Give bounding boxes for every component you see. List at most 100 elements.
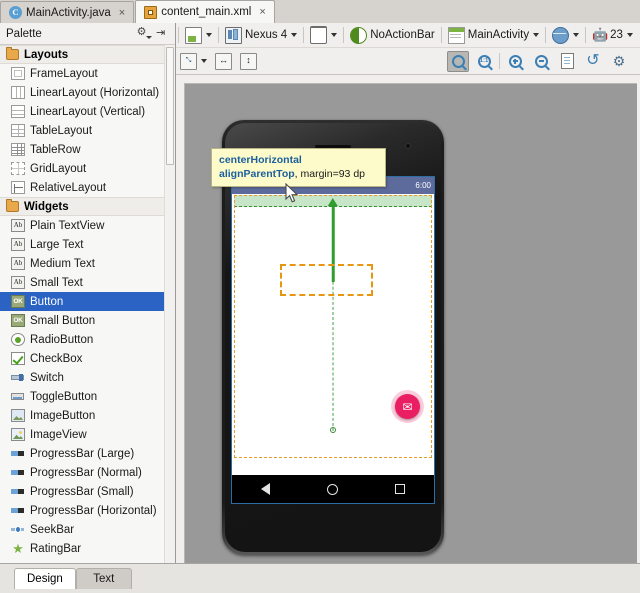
checkbox-icon: [11, 352, 25, 365]
palette-item-relativelayout[interactable]: RelativeLayout: [0, 178, 165, 197]
chevron-down-icon: [291, 33, 298, 37]
palette-item-list[interactable]: Layouts FrameLayout LinearLayout (Horizo…: [0, 45, 165, 563]
device-camera: [405, 143, 411, 149]
palette-group-widgets[interactable]: Widgets: [0, 197, 165, 216]
palette-item-label: Medium Text: [30, 257, 95, 270]
design-canvas[interactable]: 6:00 ✉ centerHorizontal alignParentTop, …: [184, 83, 637, 564]
palette-item-imagebutton[interactable]: ImageButton: [0, 406, 165, 425]
zoom-fit-button[interactable]: ⤡: [176, 51, 211, 71]
orientation-selector[interactable]: [306, 25, 341, 45]
palette-collapse-icon[interactable]: ⇥: [153, 26, 171, 42]
zoom-actual-size-button[interactable]: 1:1: [473, 51, 495, 72]
android-navigation-bar: [232, 475, 434, 503]
palette-item-gridlayout[interactable]: GridLayout: [0, 159, 165, 178]
palette-item-label: ProgressBar (Horizontal): [30, 504, 157, 517]
seekbar-icon: [11, 523, 25, 536]
toolbar-divider: [218, 27, 219, 43]
constraint-tooltip: centerHorizontal alignParentTop, margin=…: [211, 148, 386, 187]
palette-item-medium-text[interactable]: Ab Medium Text: [0, 254, 165, 273]
text-ab-icon: Ab: [11, 219, 25, 232]
palette-item-label: ProgressBar (Normal): [30, 466, 142, 479]
tab-design[interactable]: Design: [14, 568, 76, 589]
app-content-area[interactable]: ✉: [232, 194, 434, 459]
back-triangle-icon[interactable]: [260, 483, 270, 495]
palette-item-seekbar[interactable]: SeekBar: [0, 520, 165, 539]
palette-item-linearlayout-vertical[interactable]: LinearLayout (Vertical): [0, 102, 165, 121]
editor-tab-content-main-xml[interactable]: content_main.xml ×: [135, 0, 275, 23]
palette-item-small-text[interactable]: Ab Small Text: [0, 273, 165, 292]
palette-item-label: Small Text: [30, 276, 83, 289]
palette-item-progressbar-large[interactable]: ProgressBar (Large): [0, 444, 165, 463]
theme-selector[interactable]: NoActionBar: [346, 25, 439, 45]
recents-square-icon[interactable]: [395, 484, 406, 494]
palette-item-progressbar-horizontal[interactable]: ProgressBar (Horizontal): [0, 501, 165, 520]
palette-item-label: ProgressBar (Small): [30, 485, 134, 498]
palette-item-tablelayout[interactable]: TableLayout: [0, 121, 165, 140]
home-circle-icon[interactable]: [326, 483, 338, 495]
activity-icon: [447, 26, 465, 44]
tab-text[interactable]: Text: [75, 568, 132, 589]
editor-tab-mainactivity-java[interactable]: C MainActivity.java ×: [0, 1, 135, 23]
refresh-render-button[interactable]: ↺: [582, 51, 604, 72]
palette-scrollbar-thumb[interactable]: [166, 47, 174, 165]
palette-settings-gear-icon[interactable]: ⚙: [135, 26, 153, 42]
button-ok-icon: OK: [11, 314, 25, 327]
palette-scrollbar[interactable]: [164, 45, 175, 563]
preview-settings-button[interactable]: ⚙: [608, 51, 630, 72]
palette-item-switch[interactable]: Switch: [0, 368, 165, 387]
framelayout-icon: [11, 67, 25, 80]
palette-item-framelayout[interactable]: FrameLayout: [0, 64, 165, 83]
palette-item-progressbar-normal[interactable]: ProgressBar (Normal): [0, 463, 165, 482]
progressbar-icon: [11, 504, 25, 517]
zoom-in-button[interactable]: [504, 51, 526, 72]
locale-selector[interactable]: [548, 25, 583, 45]
layout-variant-button[interactable]: [181, 25, 216, 45]
floating-action-button[interactable]: ✉: [395, 394, 420, 419]
chevron-down-icon: [201, 59, 207, 63]
palette-item-label: Small Button: [30, 314, 96, 327]
activity-selector[interactable]: MainActivity: [444, 25, 543, 45]
toolbar-divider: [499, 53, 500, 69]
palette-item-tablerow[interactable]: TableRow: [0, 140, 165, 159]
progressbar-icon: [11, 466, 25, 479]
palette-item-ratingbar[interactable]: ★ RatingBar: [0, 539, 165, 558]
palette-item-label: FrameLayout: [30, 67, 98, 80]
design-view-toolbar: ⤡ ↔ ↕ 1:1 ↺ ⚙: [176, 48, 640, 75]
palette-item-large-text[interactable]: Ab Large Text: [0, 235, 165, 254]
zoom-out-icon: [534, 54, 548, 68]
chevron-down-icon: [533, 33, 540, 37]
palette-item-small-button[interactable]: OK Small Button: [0, 311, 165, 330]
palette-item-togglebutton[interactable]: ToggleButton: [0, 387, 165, 406]
fit-height-button[interactable]: ↕: [236, 51, 261, 71]
chevron-down-icon: [626, 33, 633, 37]
toolbar-divider: [585, 27, 587, 43]
device-screen[interactable]: 6:00 ✉: [231, 176, 435, 504]
palette-item-radiobutton[interactable]: RadioButton: [0, 330, 165, 349]
palette-item-button[interactable]: OK Button: [0, 292, 165, 311]
close-icon[interactable]: ×: [118, 7, 126, 19]
fit-width-button[interactable]: ↔: [211, 51, 236, 71]
palette-item-plain-textview[interactable]: Ab Plain TextView: [0, 216, 165, 235]
device-selector[interactable]: Nexus 4: [221, 25, 301, 45]
palette-item-linearlayout-horizontal[interactable]: LinearLayout (Horizontal): [0, 83, 165, 102]
zoom-to-fit-button[interactable]: [447, 50, 469, 72]
design-configuration-toolbar: Nexus 4 NoActionBar MainActivity 🤖 23: [176, 23, 640, 48]
palette-item-imageview[interactable]: ImageView: [0, 425, 165, 444]
palette-item-label: ProgressBar (Large): [30, 447, 135, 460]
palette-item-label: RelativeLayout: [30, 181, 107, 194]
palette-item-checkbox[interactable]: CheckBox: [0, 349, 165, 368]
zoom-out-button[interactable]: [530, 51, 552, 72]
dragged-button-outline[interactable]: [280, 264, 373, 296]
linearlayout-vertical-icon: [11, 105, 25, 118]
palette-group-layouts[interactable]: Layouts: [0, 45, 165, 64]
zoom-in-icon: [508, 54, 522, 68]
tablerow-icon: [11, 143, 25, 156]
show-included-layout-button[interactable]: [556, 51, 578, 72]
design-editor-pane: Nexus 4 NoActionBar MainActivity 🤖 23 ⤡ …: [176, 23, 640, 564]
api-level-selector[interactable]: 🤖 23: [588, 25, 637, 45]
toolbar-divider: [178, 27, 179, 43]
close-icon[interactable]: ×: [258, 6, 266, 18]
locale-globe-icon: [552, 26, 570, 44]
palette-item-progressbar-small[interactable]: ProgressBar (Small): [0, 482, 165, 501]
palette-item-label: ImageButton: [30, 409, 96, 422]
